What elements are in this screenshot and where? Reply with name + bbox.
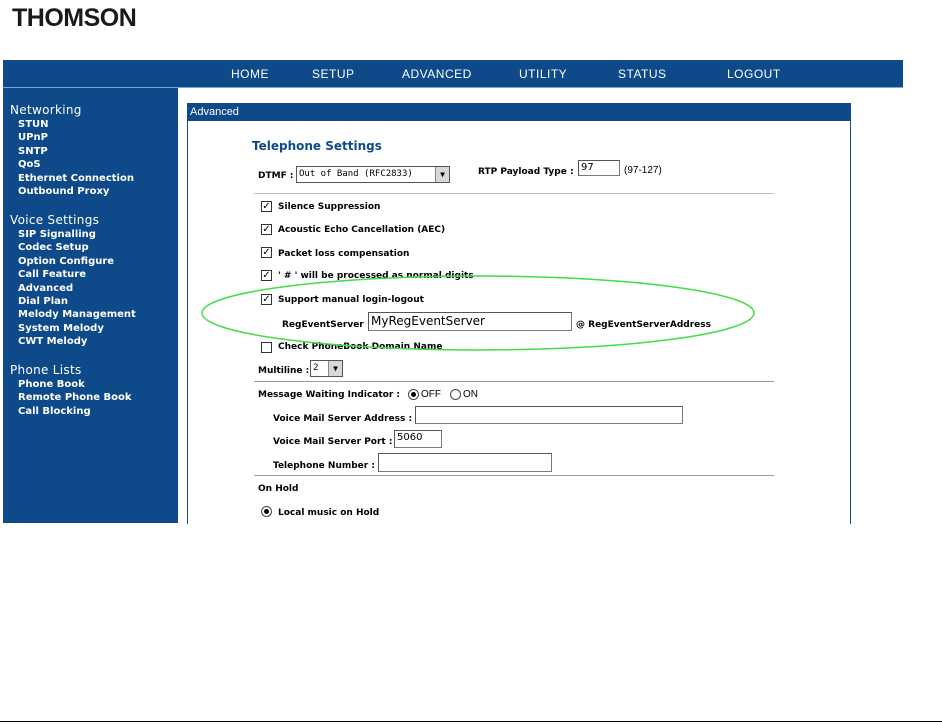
sidebar-item-upnp[interactable]: UPnP [18, 131, 48, 144]
sidebar-item-call-feature[interactable]: Call Feature [18, 268, 86, 281]
dtmf-select[interactable]: Out of Band (RFC2833) ▼ [296, 166, 450, 183]
panel-header-label: Advanced [190, 106, 239, 118]
manual-login-label: Support manual login-logout [278, 295, 424, 305]
advanced-panel: Advanced Telephone Settings DTMF : Out o… [187, 103, 851, 524]
sidebar-group-networking: Networking [10, 103, 82, 117]
thomson-logo: THOMSON [12, 4, 137, 32]
aec-label: Acoustic Echo Cancellation (AEC) [278, 225, 446, 235]
mwi-on-radio[interactable] [450, 389, 461, 400]
dtmf-label: DTMF : [258, 171, 294, 181]
telephone-number-input[interactable] [378, 453, 552, 472]
dtmf-select-value: Out of Band (RFC2833) [299, 169, 413, 179]
vm-port-label: Voice Mail Server Port : [273, 437, 393, 447]
sidebar-item-outbound-proxy[interactable]: Outbound Proxy [18, 185, 109, 198]
checkmark-icon: ✓ [262, 201, 271, 212]
silence-suppression-label: Silence Suppression [278, 202, 381, 212]
multiline-select-value: 2 [313, 363, 319, 373]
on-hold-label: On Hold [258, 484, 299, 494]
sidebar-item-codec-setup[interactable]: Codec Setup [18, 241, 89, 254]
manual-login-checkbox[interactable]: ✓ [261, 294, 272, 305]
sidebar-item-option-configure[interactable]: Option Configure [18, 255, 114, 268]
sidebar-item-ethernet-connection[interactable]: Ethernet Connection [18, 172, 134, 185]
chevron-down-icon: ▼ [328, 361, 342, 376]
chevron-down-icon: ▼ [435, 167, 449, 182]
reg-event-server-label: RegEventServer [282, 320, 364, 330]
checkmark-icon: ✓ [262, 224, 271, 235]
bottom-divider [0, 721, 942, 722]
reg-event-server-suffix: @ RegEventServerAddress [576, 320, 711, 330]
sidebar-item-remote-phone-book[interactable]: Remote Phone Book [18, 391, 132, 404]
sidebar-item-melody-management[interactable]: Melody Management [18, 308, 136, 321]
divider [254, 381, 774, 382]
nav-setup[interactable]: SETUP [312, 67, 355, 81]
vm-address-input[interactable] [415, 406, 683, 424]
sidebar-item-system-melody[interactable]: System Melody [18, 322, 104, 335]
local-music-radio[interactable] [261, 506, 272, 517]
top-navigation-bar: HOME SETUP ADVANCED UTILITY STATUS LOGOU… [3, 60, 903, 88]
sidebar-item-stun[interactable]: STUN [18, 118, 49, 131]
nav-utility[interactable]: UTILITY [519, 67, 567, 81]
page-title: Telephone Settings [252, 139, 382, 153]
checkmark-icon: ✓ [262, 270, 271, 281]
phonebook-domain-label: Check PhoneBook Domain Name [278, 342, 443, 352]
nav-logout[interactable]: LOGOUT [727, 67, 781, 81]
sidebar-item-advanced[interactable]: Advanced [18, 282, 73, 295]
checkmark-icon: ✓ [262, 247, 271, 258]
sidebar-item-sntp[interactable]: SNTP [18, 145, 48, 158]
mwi-on-label: ON [463, 389, 478, 400]
multiline-select[interactable]: 2 ▼ [310, 360, 343, 377]
divider [254, 193, 774, 194]
sidebar-group-voice-settings: Voice Settings [10, 213, 100, 227]
sidebar-item-call-blocking[interactable]: Call Blocking [18, 405, 91, 418]
phonebook-domain-checkbox[interactable] [261, 342, 272, 353]
vm-port-input[interactable]: 5060 [394, 430, 442, 448]
sidebar: Networking STUN UPnP SNTP QoS Ethernet C… [3, 88, 178, 523]
hash-digit-checkbox[interactable]: ✓ [261, 270, 272, 281]
sidebar-item-cwt-melody[interactable]: CWT Melody [18, 335, 87, 348]
mwi-off-radio[interactable] [408, 389, 419, 400]
local-music-label: Local music on Hold [278, 508, 380, 518]
rtp-payload-input[interactable]: 97 [578, 160, 620, 176]
mwi-label: Message Waiting Indicator : [258, 390, 401, 400]
sidebar-item-sip-signalling[interactable]: SIP Signalling [18, 228, 96, 241]
mwi-off-label: OFF [421, 389, 441, 400]
panel-header: Advanced [188, 104, 850, 121]
packet-loss-checkbox[interactable]: ✓ [261, 247, 272, 258]
reg-event-server-input[interactable]: MyRegEventServer [368, 312, 572, 331]
aec-checkbox[interactable]: ✓ [261, 224, 272, 235]
checkmark-icon: ✓ [262, 294, 271, 305]
nav-home[interactable]: HOME [231, 67, 269, 81]
sidebar-item-phone-book[interactable]: Phone Book [18, 378, 85, 391]
nav-status[interactable]: STATUS [618, 67, 667, 81]
multiline-label: Multiline : [258, 366, 310, 376]
hash-digit-label: ' # ' will be processed as normal digits [278, 271, 474, 281]
sidebar-item-qos[interactable]: QoS [18, 158, 41, 171]
divider [254, 475, 774, 476]
rtp-payload-label: RTP Payload Type : [478, 167, 574, 177]
silence-suppression-checkbox[interactable]: ✓ [261, 201, 272, 212]
vm-address-label: Voice Mail Server Address : [273, 414, 413, 424]
sidebar-item-dial-plan[interactable]: Dial Plan [18, 295, 68, 308]
rtp-payload-range: (97-127) [624, 165, 662, 176]
nav-advanced[interactable]: ADVANCED [402, 67, 472, 81]
sidebar-group-phone-lists: Phone Lists [10, 363, 82, 377]
telephone-number-label: Telephone Number : [273, 461, 375, 471]
packet-loss-label: Packet loss compensation [278, 249, 410, 259]
